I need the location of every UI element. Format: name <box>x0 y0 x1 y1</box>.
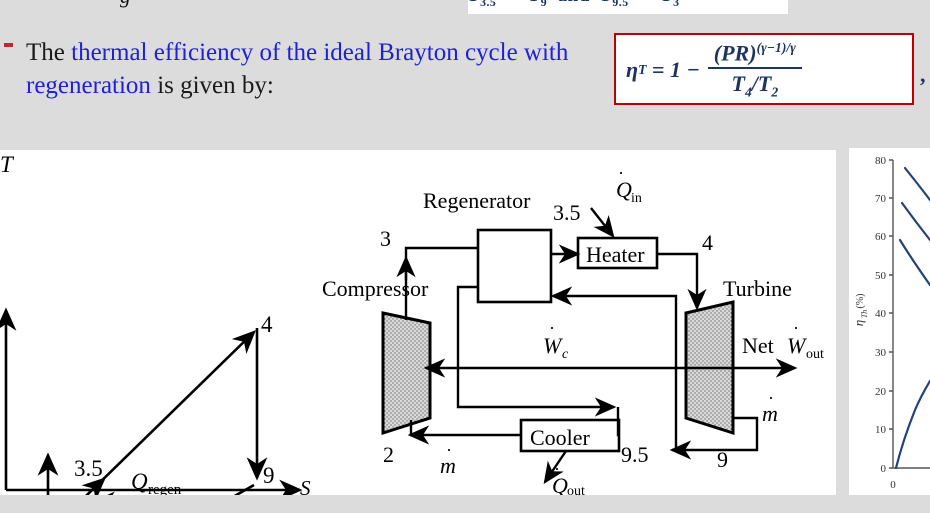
equals-1: = <box>507 0 518 6</box>
eta-subscript: T <box>638 62 647 77</box>
line-95-into-cooler <box>616 407 620 437</box>
label-compressor: Compressor <box>322 276 429 301</box>
headline-part-2: thermal efficiency of the ideal Brayton … <box>26 39 569 99</box>
ytick-50: 50 <box>875 270 887 282</box>
t9-symbol: T <box>529 0 541 6</box>
ytick-80: 80 <box>875 155 887 167</box>
ytick-0: 0 <box>881 463 887 475</box>
label-wc-sub: c <box>562 347 569 362</box>
ytick-30: 30 <box>875 347 887 359</box>
label-wout-dot: · <box>793 318 799 338</box>
efficiency-formula-box: ηT = 1 − (PR)(γ−1)/γ T4/T2 <box>614 33 914 105</box>
ts-diagram <box>0 307 303 495</box>
compressor-body <box>381 311 432 436</box>
label-cooler: Cooler <box>530 425 591 450</box>
efficiency-chart-svg: 80 70 60 50 40 30 20 10 0 0 η Th (%) <box>851 155 930 491</box>
chart-y-axis-label: η Th (%) <box>851 294 869 327</box>
equals-2: = <box>639 0 650 6</box>
ts-label-qregen-base: Q <box>131 469 148 494</box>
line-regenerator-to-cooler <box>456 285 617 417</box>
t2-base: T <box>757 70 772 96</box>
xtick-0: 0 <box>890 479 896 491</box>
t95-symbol: T <box>600 0 612 6</box>
clipped-equation-fragment: T3.5 = T9 and T9.5 = T3 <box>468 0 788 14</box>
label-q-out-dot: · <box>554 459 560 479</box>
figure-svg: T S 4 3.5 9 3 9.5 2 Q regen <box>0 152 824 495</box>
and-word: and <box>558 0 590 6</box>
ts-label-9: 9 <box>263 463 275 488</box>
formula-minus: − <box>686 57 700 82</box>
t3-symbol: T <box>661 0 673 6</box>
clipped-left-fragment: g <box>120 0 131 9</box>
label-regenerator: Regenerator <box>423 188 531 213</box>
ylabel-units: (%) <box>855 294 866 309</box>
label-wc-dot: · <box>549 318 555 338</box>
figure-panel: T S 4 3.5 9 3 9.5 2 Q regen <box>0 150 836 495</box>
pr-base: (PR) <box>713 39 757 65</box>
ylabel-eta: η <box>851 320 866 326</box>
headline-part-1: The <box>26 39 72 66</box>
formula-trailing-comma: , <box>920 62 926 87</box>
ytick-40: 40 <box>875 308 887 320</box>
ts-axis-label-S: S <box>300 476 311 495</box>
label-heater: Heater <box>586 242 645 267</box>
chart-ytick-labels: 80 70 60 50 40 30 20 10 0 <box>875 155 887 475</box>
label-point-9: 9 <box>717 447 728 472</box>
curve-rising <box>894 379 930 470</box>
label-point-3: 3 <box>380 226 391 251</box>
ytick-20: 20 <box>875 386 887 398</box>
label-q-in-dot: · <box>618 163 624 183</box>
label-mdot-left-dot: · <box>446 440 452 460</box>
eta-symbol: η <box>626 57 639 82</box>
curve-descending-3 <box>898 238 930 287</box>
label-point-35: 3.5 <box>553 200 581 225</box>
label-point-4: 4 <box>702 230 713 255</box>
ts-axis-label-T: T <box>0 152 15 177</box>
chart-curves <box>894 166 930 470</box>
ylabel-sub: Th <box>860 310 869 318</box>
headline-block: The thermal efficiency of the ideal Bray… <box>0 30 600 125</box>
curve-descending-2 <box>900 201 930 242</box>
label-q-in-sub: in <box>631 191 642 206</box>
ts-label-35: 3.5 <box>74 456 103 481</box>
t35-sub: 3.5 <box>480 0 497 9</box>
t3-sub: 3 <box>673 0 680 9</box>
ytick-60: 60 <box>875 231 887 243</box>
headline-text: The thermal efficiency of the ideal Bray… <box>26 36 586 102</box>
label-mdot-right-dot: · <box>768 388 774 408</box>
clipped-top-line: g T3.5 = T9 and T9.5 = T3 <box>0 0 930 14</box>
label-net-prefix: Net <box>742 333 774 358</box>
formula-equals: = <box>651 57 665 82</box>
pr-exponent: (γ−1)/γ <box>756 39 796 55</box>
t4-base: T <box>731 70 745 96</box>
label-q-out-sub: out <box>567 484 585 495</box>
t35-symbol: T <box>468 0 480 6</box>
formula-fraction: (PR)(γ−1)/γ T4/T2 <box>707 39 802 101</box>
formula-numerator: (PR)(γ−1)/γ <box>707 39 802 69</box>
ts-label-qregen-sub: regen <box>148 482 182 495</box>
efficiency-formula: ηT = 1 − (PR)(γ−1)/γ T4/T2 <box>626 39 802 101</box>
arrow-q-in <box>590 207 615 238</box>
t9-sub: 9 <box>540 0 548 9</box>
formula-one: 1 <box>669 57 681 82</box>
headline-part-3: is given by: <box>150 72 274 99</box>
t2-sub: 2 <box>771 84 779 100</box>
label-point-95: 9.5 <box>621 442 649 467</box>
label-turbine: Turbine <box>723 276 792 301</box>
label-wout-sub: out <box>806 347 824 362</box>
ts-diagram-labels: T S 4 3.5 9 3 9.5 2 Q regen <box>0 152 311 495</box>
efficiency-chart-panel: 80 70 60 50 40 30 20 10 0 0 η Th (%) <box>849 148 930 495</box>
ytick-10: 10 <box>875 424 887 436</box>
formula-denominator: T4/T2 <box>708 69 802 100</box>
ytick-70: 70 <box>875 193 887 205</box>
bullet-marker <box>4 43 13 47</box>
label-point-2: 2 <box>383 442 394 467</box>
regenerator-box <box>476 228 553 304</box>
t4-sub: 4 <box>744 84 752 100</box>
curve-descending-1 <box>903 166 930 202</box>
ts-label-4: 4 <box>261 312 273 337</box>
t95-sub: 9.5 <box>612 0 629 9</box>
